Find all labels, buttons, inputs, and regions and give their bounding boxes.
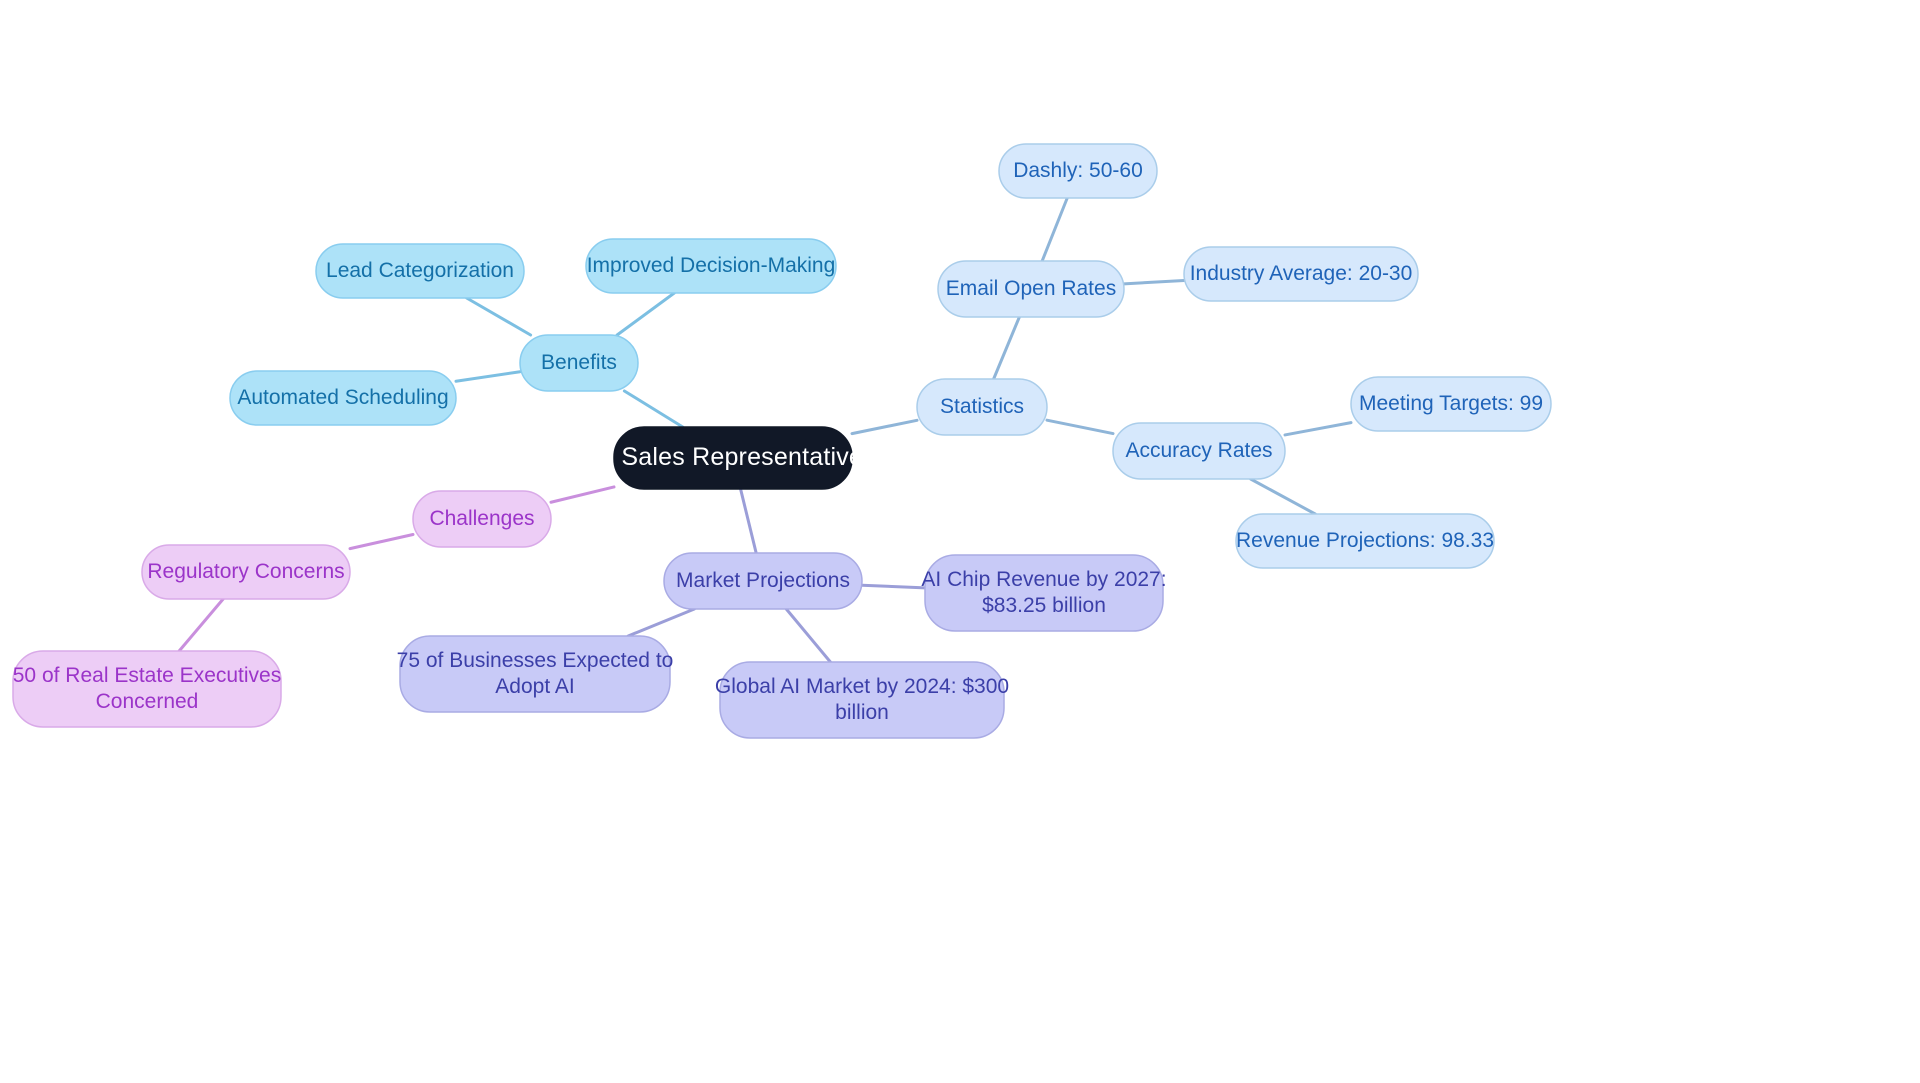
node-label-benefits: Benefits [541, 351, 617, 374]
edge-root-to-market-projections [739, 487, 758, 555]
node-accuracy-rates[interactable]: Accuracy Rates [1112, 422, 1286, 480]
edge-accuracy-rates-to-meeting-targets [1283, 421, 1353, 437]
node-label-accuracy-rates: Accuracy Rates [1125, 439, 1272, 462]
node-label-automated-scheduling: Automated Scheduling [237, 386, 448, 409]
node-label-meeting-targets: Meeting Targets: 99 [1359, 392, 1543, 415]
node-real-estate-executives[interactable]: 50 of Real Estate Executives Concerned [12, 650, 282, 728]
edge-benefits-to-improved-decision-making [615, 291, 676, 337]
edge-market-projections-to-global-ai-market [784, 607, 832, 664]
node-label-root: AI Sales Representatives [590, 443, 876, 471]
node-ai-chip-revenue[interactable]: AI Chip Revenue by 2027: $83.25 billion [921, 554, 1167, 632]
node-statistics[interactable]: Statistics [916, 378, 1048, 436]
mindmap-canvas: Benefits Lead Categorization Improved Deci… [12, 143, 1552, 739]
node-label-challenges: Challenges [429, 507, 534, 530]
node-meeting-targets[interactable]: Meeting Targets: 99 [1350, 376, 1552, 432]
node-label-email-open-rates: Email Open Rates [946, 277, 1116, 300]
node-email-open-rates[interactable]: Email Open Rates [937, 260, 1125, 318]
node-label-lead-categorization: Lead Categorization [326, 259, 514, 282]
edge-email-open-rates-to-dashly [1040, 196, 1069, 263]
node-label-revenue-projections: Revenue Projections: 98.33 [1236, 529, 1494, 552]
node-label-statistics: Statistics [940, 395, 1024, 418]
node-root[interactable]: AI Sales Representatives [590, 426, 876, 490]
node-improved-decision-making[interactable]: Improved Decision-Making [585, 238, 837, 294]
edge-statistics-to-email-open-rates [992, 315, 1021, 381]
node-revenue-projections[interactable]: Revenue Projections: 98.33 [1235, 513, 1495, 569]
edge-market-projections-to-ai-chip-revenue [860, 583, 927, 590]
node-lead-categorization[interactable]: Lead Categorization [315, 243, 525, 299]
edge-challenges-to-regulatory-concerns [348, 532, 415, 551]
mindmap-diagram: Benefits Lead Categorization Improved Deci… [0, 0, 1920, 1083]
edge-root-to-challenges [549, 485, 616, 504]
edge-email-open-rates-to-industry-average [1122, 279, 1186, 286]
node-dashly[interactable]: Dashly: 50-60 [998, 143, 1158, 199]
node-regulatory-concerns[interactable]: Regulatory Concerns [141, 544, 351, 600]
node-label-improved-decision-making: Improved Decision-Making [587, 254, 836, 277]
node-industry-average[interactable]: Industry Average: 20-30 [1183, 246, 1419, 302]
node-market-projections[interactable]: Market Projections [663, 552, 863, 610]
node-label-regulatory-concerns: Regulatory Concerns [147, 560, 344, 583]
edge-root-to-benefits [622, 389, 685, 429]
edge-root-to-statistics [850, 418, 919, 436]
node-challenges[interactable]: Challenges [412, 490, 552, 548]
node-layer: Benefits Lead Categorization Improved Deci… [12, 143, 1552, 739]
node-automated-scheduling[interactable]: Automated Scheduling [229, 370, 457, 426]
edge-market-projections-to-businesses-adopt-ai [626, 607, 696, 638]
node-businesses-adopt-ai[interactable]: 75 of Businesses Expected to Adopt AI [397, 635, 674, 713]
node-global-ai-market[interactable]: Global AI Market by 2024: $300 billion [715, 661, 1009, 739]
node-label-dashly: Dashly: 50-60 [1013, 159, 1143, 182]
edge-benefits-to-automated-scheduling [454, 370, 522, 383]
edge-regulatory-concerns-to-real-estate-executives [177, 597, 225, 653]
edge-statistics-to-accuracy-rates [1045, 418, 1115, 436]
edge-accuracy-rates-to-revenue-projections [1249, 477, 1317, 516]
node-label-industry-average: Industry Average: 20-30 [1190, 262, 1413, 285]
node-label-market-projections: Market Projections [676, 569, 850, 592]
node-benefits[interactable]: Benefits [519, 334, 639, 392]
edge-benefits-to-lead-categorization [465, 296, 533, 337]
